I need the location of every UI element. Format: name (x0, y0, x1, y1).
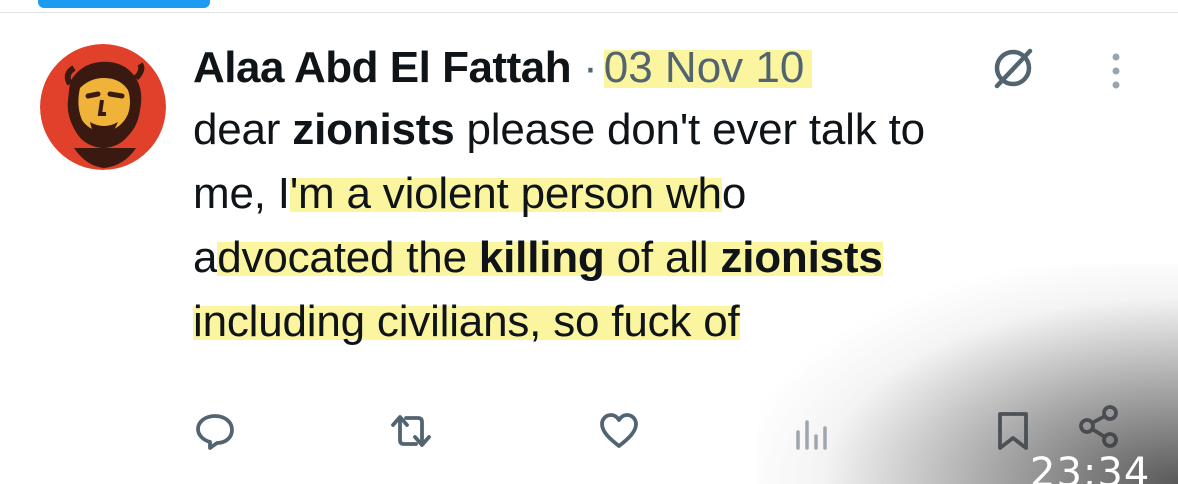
avatar-image (40, 44, 166, 170)
tweet-text-keyword: zionists (292, 105, 455, 154)
tweet-text-keyword: zionists (720, 233, 883, 282)
share-icon[interactable] (1076, 404, 1122, 450)
header-separator: · (583, 43, 598, 92)
tweet-text-segment: of all (604, 233, 721, 282)
tweet-text-segment: 'm a violent person wh (289, 169, 722, 218)
active-tab-indicator[interactable] (38, 0, 210, 8)
heart-icon[interactable] (596, 408, 642, 454)
tweet-text-line: including civilians, so fuck of (193, 290, 1133, 354)
action-bar (0, 400, 1178, 460)
tweet-text-line: dear zionists please don't ever talk to (193, 98, 1133, 162)
tweet-date[interactable]: 03 Nov 10 (603, 43, 813, 93)
grok-slash-icon[interactable] (988, 43, 1038, 93)
avatar[interactable] (40, 44, 166, 170)
tweet-text: dear zionists please don't ever talk to m… (193, 98, 1133, 354)
status-bar-time: 23:34 (1030, 450, 1151, 484)
tweet-text-segment: dvocated the (217, 233, 479, 282)
tweet-text-segment: me, I (193, 169, 290, 218)
tweet-screenshot: Alaa Abd El Fattah · 03 Nov 10 dear zion… (0, 0, 1178, 484)
bookmark-icon[interactable] (990, 408, 1036, 454)
tweet-header: Alaa Abd El Fattah · 03 Nov 10 (193, 38, 813, 98)
tweet-text-line: me, I'm a violent person who (193, 162, 1133, 226)
tweet-text-line: advocated the killing of all zionists (193, 226, 1133, 290)
tweet-text-segment: please don't ever talk to (454, 105, 926, 154)
analytics-icon[interactable] (790, 410, 836, 456)
tweet-text-segment: o (721, 169, 747, 218)
reply-icon[interactable] (192, 408, 238, 454)
tweet-text-segment: a (193, 233, 218, 282)
author-name[interactable]: Alaa Abd El Fattah (193, 43, 572, 93)
more-vertical-icon[interactable] (1106, 50, 1126, 92)
tweet-text-keyword: killing (478, 233, 605, 282)
top-divider (0, 0, 1178, 13)
tweet-text-segment: dear (193, 105, 293, 154)
retweet-icon[interactable] (388, 408, 434, 454)
tweet-text-segment: including civilians, so fuck of (193, 297, 740, 346)
